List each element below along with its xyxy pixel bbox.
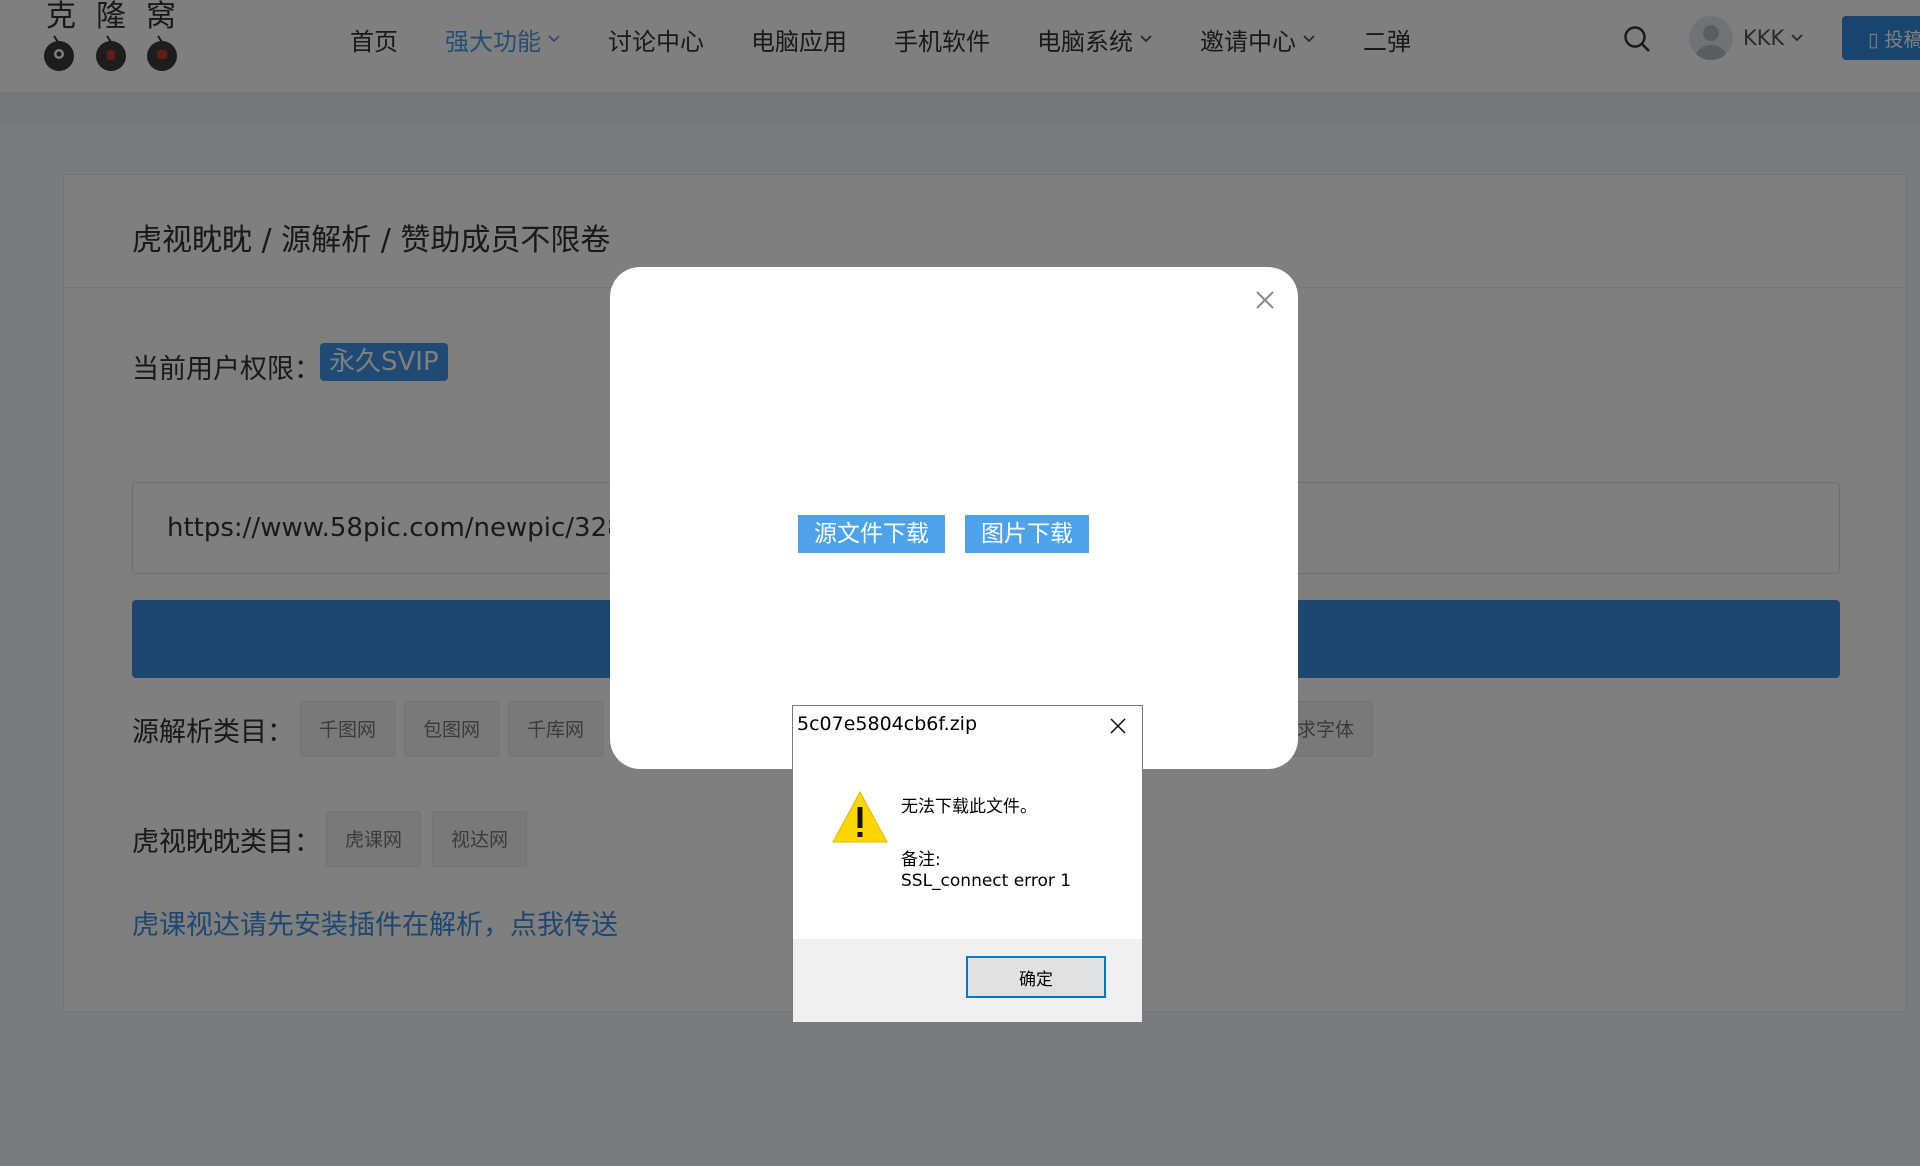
image-download-button[interactable]: 图片下载 xyxy=(965,515,1089,553)
dialog-note-label: 备注: xyxy=(901,850,941,870)
dialog-title: 5c07e5804cb6f.zip xyxy=(797,713,978,735)
close-icon[interactable] xyxy=(1254,289,1276,311)
dialog-note: SSL_connect error 1 xyxy=(901,871,1072,891)
source-download-button[interactable]: 源文件下载 xyxy=(798,515,945,553)
dialog-message: 无法下载此文件。 xyxy=(901,797,1037,817)
download-modal: 源文件下载 图片下载 xyxy=(610,267,1298,769)
ok-button[interactable]: 确定 xyxy=(966,956,1106,998)
download-error-dialog: 5c07e5804cb6f.zip 无法下载此文件。 备注: SSL_conne… xyxy=(792,705,1143,1023)
close-icon[interactable] xyxy=(1110,718,1126,734)
warning-icon xyxy=(832,790,888,843)
